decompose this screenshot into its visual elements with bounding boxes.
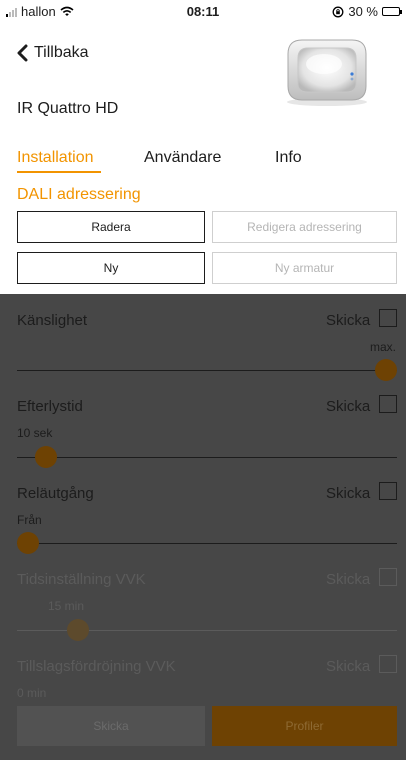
send-label-tidsinstallning-vvk: Skicka [326, 571, 371, 588]
setting-label-relautgang: Reläutgång [17, 485, 94, 502]
disabled-overlay: Känslighet Skicka max. Efterlystid Skick… [0, 294, 406, 760]
profiler-button[interactable]: Profiler [212, 706, 397, 746]
redigera-adressering-button[interactable]: Redigera adressering [212, 211, 397, 243]
tab-info[interactable]: Info [275, 149, 302, 167]
radera-button[interactable]: Radera [17, 211, 205, 243]
value-tidsinstallning-vvk: 15 min [48, 599, 85, 613]
sensor-image [287, 39, 367, 106]
setting-label-tidsinstallning-vvk: Tidsinställning VVK [17, 571, 146, 588]
skicka-button[interactable]: Skicka [17, 706, 205, 746]
ny-button[interactable]: Ny [17, 252, 205, 284]
setting-label-tillslagsfordrojning-vvk: Tillslagsfördröjning VVK [17, 658, 176, 675]
section-title-dali: DALI adressering [17, 186, 141, 203]
slider-thumb-efterlystid[interactable] [34, 446, 57, 468]
value-kanslighet: max. [370, 340, 397, 354]
send-checkbox-tidsinstallning-vvk[interactable] [379, 568, 397, 586]
ny-armatur-button[interactable]: Ny armatur [212, 252, 397, 284]
send-label-tillslagsfordrojning-vvk: Skicka [326, 658, 371, 675]
slider-track-relautgang [17, 543, 397, 544]
slider-thumb-tidsinstallning-vvk[interactable] [67, 619, 90, 641]
setting-label-efterlystid: Efterlystid [17, 398, 83, 415]
tab-bar: Installation Användare Info [17, 149, 397, 173]
back-label: Tillbaka [34, 44, 89, 61]
slider-thumb-relautgang[interactable] [17, 532, 39, 554]
slider-track-kanslighet [17, 370, 397, 371]
chevron-left-icon [17, 44, 28, 62]
battery-percent: 30 % [348, 4, 378, 19]
send-checkbox-relautgang[interactable] [379, 482, 397, 500]
send-label-kanslighet: Skicka [326, 312, 371, 329]
value-tillslagsfordrojning-vvk: 0 min [17, 686, 47, 700]
value-efterlystid: 10 sek [17, 426, 53, 440]
battery-icon [382, 7, 402, 16]
send-label-relautgang: Skicka [326, 485, 371, 502]
active-tab-indicator [17, 171, 101, 173]
setting-label-kanslighet: Känslighet [17, 312, 88, 329]
send-checkbox-efterlystid[interactable] [379, 395, 397, 413]
status-bar: hallon 08:11 30 % [0, 0, 406, 22]
send-checkbox-tillslagsfordrojning-vvk[interactable] [379, 655, 397, 673]
value-relautgang: Från [17, 513, 42, 527]
back-button[interactable]: Tillbaka [16, 44, 89, 62]
device-name: IR Quattro HD [17, 100, 119, 117]
status-right: 30 % [332, 4, 402, 19]
rotation-lock-icon [332, 6, 344, 17]
send-label-efterlystid: Skicka [326, 398, 371, 415]
slider-thumb-kanslighet[interactable] [375, 359, 397, 381]
tab-installation[interactable]: Installation [17, 149, 94, 167]
slider-track-efterlystid [17, 457, 397, 458]
tab-anvandare[interactable]: Användare [144, 149, 221, 167]
send-checkbox-kanslighet[interactable] [379, 309, 397, 327]
